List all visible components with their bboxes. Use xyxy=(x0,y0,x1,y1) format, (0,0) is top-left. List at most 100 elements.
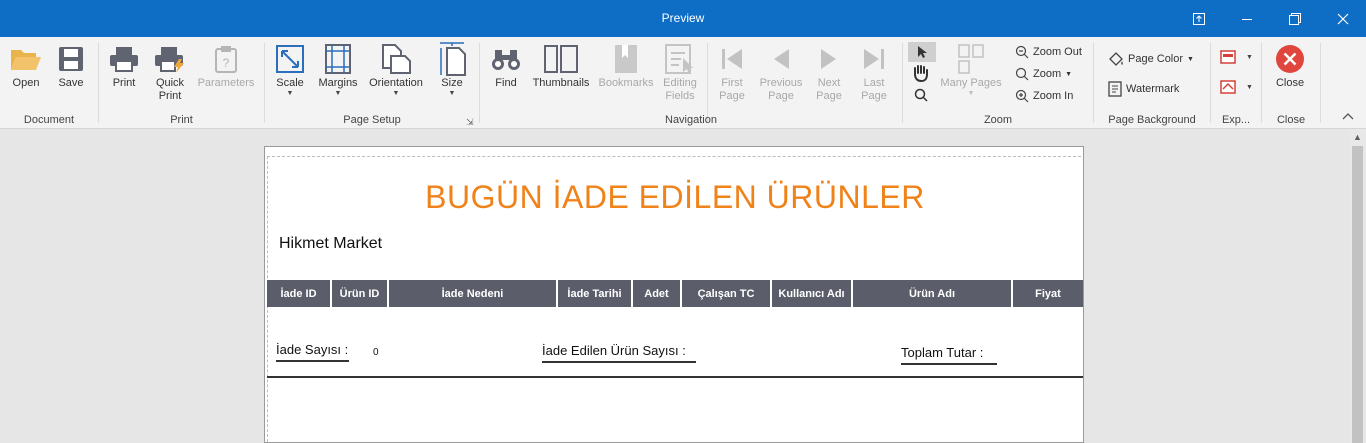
group-export-label: Exp... xyxy=(1221,114,1251,126)
margins-button[interactable]: Margins ▼ xyxy=(316,41,360,98)
pin-icon xyxy=(1193,12,1205,25)
parameters-button[interactable]: ? Parameters xyxy=(196,41,256,90)
separator xyxy=(1210,43,1211,123)
save-button[interactable]: Save xyxy=(52,41,90,90)
scale-label: Scale xyxy=(276,77,304,89)
restore-ribbon-button[interactable] xyxy=(1176,0,1222,37)
close-label: Close xyxy=(1275,77,1305,89)
paint-bucket-icon xyxy=(1109,52,1123,66)
scrollbar-thumb[interactable] xyxy=(1352,146,1363,443)
open-label: Open xyxy=(12,77,40,89)
scale-icon xyxy=(276,45,304,73)
chevron-down-icon: ▼ xyxy=(1065,70,1073,78)
close-preview-button[interactable]: Close xyxy=(1268,41,1312,90)
print-label: Print xyxy=(112,77,136,89)
close-icon xyxy=(1337,13,1349,24)
group-close-label: Close xyxy=(1276,114,1306,126)
magnifier-icon xyxy=(914,88,928,102)
zoom-dropdown[interactable]: Zoom ▼ xyxy=(1015,65,1072,83)
bookmark-icon xyxy=(615,45,637,73)
zoom-in-icon xyxy=(1015,89,1029,103)
group-print-label: Print xyxy=(170,114,193,126)
group-navigation-label: Navigation xyxy=(665,114,717,126)
zoom-out-button[interactable]: Zoom Out xyxy=(1015,43,1082,61)
group-page-background-label: Page Background xyxy=(1108,114,1196,126)
scroll-up-arrow-icon[interactable]: ▲ xyxy=(1349,129,1366,146)
watermark-button[interactable]: Watermark xyxy=(1108,80,1179,98)
last-page-label-2: Page xyxy=(861,90,887,102)
margins-label: Margins xyxy=(318,77,358,89)
print-button[interactable]: Print xyxy=(104,41,144,90)
column-header: İade ID xyxy=(267,280,330,307)
scale-button[interactable]: Scale ▼ xyxy=(270,41,310,98)
save-icon xyxy=(59,47,83,71)
window-title: Preview xyxy=(661,11,705,25)
ribbon: Open Save Document Print Quick Print ? P… xyxy=(0,37,1366,129)
last-page-button[interactable]: Last Page xyxy=(854,41,894,103)
folder-open-icon xyxy=(11,50,41,70)
open-button[interactable]: Open xyxy=(6,41,46,90)
thumbnails-label: Thumbnails xyxy=(532,77,590,89)
quick-print-button[interactable]: Quick Print xyxy=(149,41,191,103)
column-header: Çalışan TC xyxy=(682,280,770,307)
many-pages-label: Many Pages xyxy=(940,77,1002,89)
column-header: İade Tarihi xyxy=(558,280,631,307)
send-email-dropdown[interactable]: ▼ xyxy=(1220,80,1253,94)
chevron-down-icon: ▼ xyxy=(1246,53,1253,61)
separator xyxy=(1320,43,1321,123)
orientation-button[interactable]: Orientation ▼ xyxy=(366,41,426,98)
previous-page-label-1: Previous xyxy=(759,77,803,89)
vertical-scrollbar[interactable]: ▲ xyxy=(1349,129,1366,443)
page-color-button[interactable]: Page Color ▼ xyxy=(1108,50,1194,68)
zoom-in-button[interactable]: Zoom In xyxy=(1015,87,1073,105)
watermark-icon xyxy=(1108,81,1122,97)
column-header: Adet xyxy=(633,280,680,307)
report-page: BUGÜN İADE EDİLEN ÜRÜNLER Hikmet Market … xyxy=(264,146,1084,443)
hand-tool-button[interactable] xyxy=(911,64,931,87)
printer-icon xyxy=(110,47,138,72)
export-pdf-dropdown[interactable]: ▼ xyxy=(1220,50,1253,64)
zoom-icon xyxy=(1015,67,1029,81)
group-page-setup-label: Page Setup xyxy=(343,114,401,126)
first-page-button[interactable]: First Page xyxy=(712,41,752,103)
pointer-tool-button[interactable] xyxy=(908,42,936,62)
export-document-icon xyxy=(1220,50,1236,64)
chevron-down-icon: ▼ xyxy=(392,90,400,97)
size-button[interactable]: Size ▼ xyxy=(434,41,470,98)
editing-fields-label-1: Editing xyxy=(663,77,697,89)
dialog-launcher-icon[interactable]: ⇲ xyxy=(466,117,474,128)
close-window-button[interactable] xyxy=(1320,0,1366,37)
first-page-icon xyxy=(722,49,742,69)
last-page-icon xyxy=(864,49,884,69)
previous-page-button[interactable]: Previous Page xyxy=(756,41,806,103)
chevron-down-icon: ▼ xyxy=(286,90,294,97)
minimize-button[interactable] xyxy=(1224,0,1270,37)
binoculars-icon xyxy=(492,50,520,70)
page-size-icon xyxy=(440,42,466,76)
previous-page-label-2: Page xyxy=(768,90,794,102)
magnifier-tool-button[interactable] xyxy=(914,88,928,107)
company-name: Hikmet Market xyxy=(279,235,383,252)
many-pages-button[interactable]: Many Pages ▼ xyxy=(938,41,1004,98)
maximize-button[interactable] xyxy=(1272,0,1318,37)
quick-print-icon xyxy=(155,47,184,72)
save-label: Save xyxy=(58,77,84,89)
size-label: Size xyxy=(441,77,463,89)
thumbnails-button[interactable]: Thumbnails xyxy=(532,41,590,90)
find-button[interactable]: Find xyxy=(486,41,526,90)
chevron-down-icon: ▼ xyxy=(1246,83,1253,91)
editing-fields-button[interactable]: Editing Fields xyxy=(660,41,700,103)
bookmarks-button[interactable]: Bookmarks xyxy=(596,41,656,90)
group-document-label: Document xyxy=(23,114,75,126)
chevron-down-icon: ▼ xyxy=(1187,55,1194,63)
separator xyxy=(1093,43,1094,123)
zoom-in-label: Zoom In xyxy=(1033,90,1074,102)
separator xyxy=(264,43,265,123)
separator xyxy=(902,43,903,123)
next-page-button[interactable]: Next Page xyxy=(810,41,848,103)
margins-icon xyxy=(325,44,351,74)
chevron-down-icon: ▼ xyxy=(334,90,342,97)
restore-icon xyxy=(1289,12,1301,25)
collapse-ribbon-button[interactable] xyxy=(1342,111,1354,123)
title-bar: Preview xyxy=(0,0,1366,37)
